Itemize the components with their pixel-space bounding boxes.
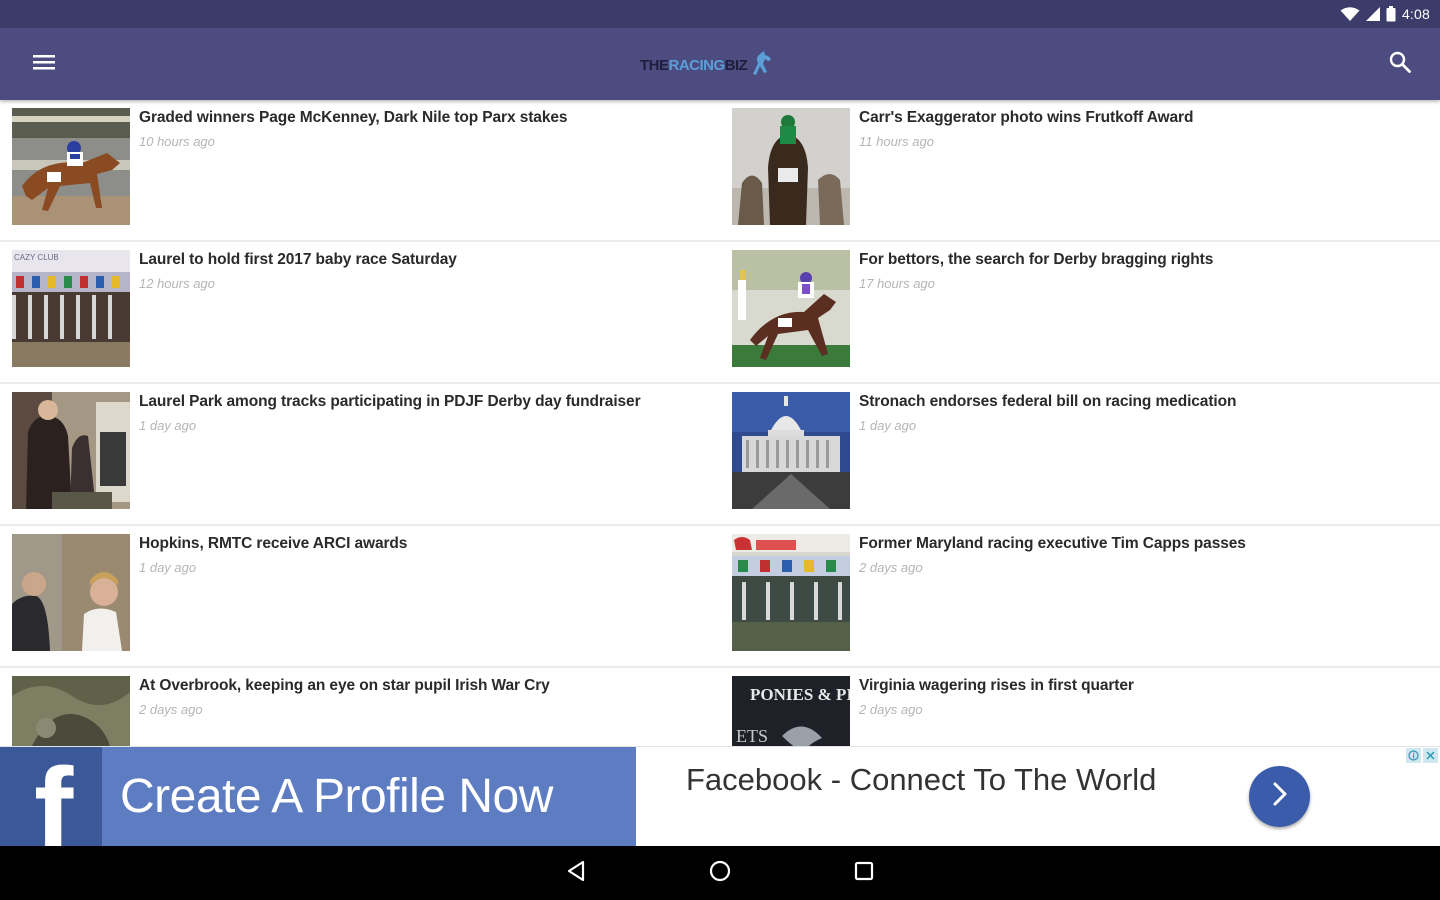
ad-banner[interactable]: f Create A Profile Now Facebook - Connec…: [0, 746, 1440, 847]
article-timestamp: 2 days ago: [859, 702, 923, 717]
thumbnail-caption: ETS: [736, 726, 768, 746]
back-triangle-icon: [565, 860, 587, 887]
article-title: Virginia wagering rises in first quarter: [859, 677, 1134, 694]
article-title: Former Maryland racing executive Tim Cap…: [859, 535, 1246, 552]
article-title: Laurel Park among tracks participating i…: [139, 393, 641, 410]
facebook-logo-icon: f: [0, 747, 102, 847]
article-card[interactable]: For bettors, the search for Derby braggi…: [720, 242, 1440, 384]
thumbnail-caption: PONIES & PI: [750, 685, 850, 704]
ad-description: Facebook - Connect To The World: [686, 762, 1157, 797]
article-title: Stronach endorses federal bill on racing…: [859, 393, 1237, 410]
chevron-right-icon: [1270, 781, 1290, 812]
home-circle-icon: [708, 859, 732, 888]
wifi-icon: [1340, 6, 1360, 22]
article-card[interactable]: Hopkins, RMTC receive ARCI awards 1 day …: [0, 526, 720, 668]
system-nav-bar: [0, 846, 1440, 900]
search-icon: [1389, 51, 1411, 78]
menu-button[interactable]: [22, 42, 66, 86]
article-card[interactable]: PONIES & PI ETS Virginia wagering rises …: [720, 668, 1440, 746]
status-time: 4:08: [1401, 6, 1430, 22]
article-card[interactable]: Former Maryland racing executive Tim Cap…: [720, 526, 1440, 668]
article-thumbnail: [732, 534, 850, 651]
ad-close-icon[interactable]: [1423, 748, 1438, 763]
status-bar: 4:08: [0, 0, 1440, 28]
article-title: For bettors, the search for Derby braggi…: [859, 251, 1214, 268]
article-grid: Graded winners Page McKenney, Dark Nile …: [0, 100, 1440, 746]
nav-recents-button[interactable]: [844, 853, 884, 893]
article-feed[interactable]: Graded winners Page McKenney, Dark Nile …: [0, 100, 1440, 746]
article-timestamp: 2 days ago: [859, 560, 923, 575]
article-timestamp: 17 hours ago: [859, 276, 935, 291]
article-title: Carr's Exaggerator photo wins Frutkoff A…: [859, 109, 1194, 126]
article-timestamp: 1 day ago: [859, 418, 917, 433]
hamburger-menu-icon: [33, 54, 55, 75]
logo-text-the: THE: [640, 56, 669, 74]
article-thumbnail: [12, 534, 130, 651]
article-thumbnail: [732, 250, 850, 367]
ad-choices: [1406, 748, 1438, 763]
article-timestamp: 1 day ago: [139, 560, 197, 575]
ad-headline: Create A Profile Now: [120, 770, 553, 823]
logo-text-biz: BIZ: [724, 56, 748, 74]
thumbnail-caption: CAZY CLUB: [14, 253, 59, 262]
article-card[interactable]: Stronach endorses federal bill on racing…: [720, 384, 1440, 526]
article-title: Graded winners Page McKenney, Dark Nile …: [139, 109, 568, 126]
article-thumbnail: CAZY CLUB: [12, 250, 130, 367]
article-thumbnail: [12, 108, 130, 225]
article-timestamp: 12 hours ago: [139, 276, 215, 291]
logo-text-racing: RACING: [668, 56, 726, 74]
cell-signal-icon: [1365, 7, 1380, 21]
article-timestamp: 2 days ago: [139, 702, 203, 717]
horse-logo-icon: [749, 50, 773, 80]
ad-image-panel: f Create A Profile Now: [0, 747, 636, 847]
article-thumbnail: [12, 676, 130, 746]
article-timestamp: 10 hours ago: [139, 134, 215, 149]
article-thumbnail: PONIES & PI ETS: [732, 676, 850, 746]
app-logo: THE RACING BIZ: [640, 48, 773, 82]
article-timestamp: 11 hours ago: [859, 134, 934, 149]
ad-open-button[interactable]: [1249, 766, 1310, 827]
nav-home-button[interactable]: [700, 853, 740, 893]
article-thumbnail: [732, 392, 850, 509]
article-title: Laurel to hold first 2017 baby race Satu…: [139, 251, 457, 268]
search-button[interactable]: [1378, 42, 1422, 86]
article-timestamp: 1 day ago: [139, 418, 197, 433]
facebook-logo-letter: f: [34, 747, 74, 847]
recents-square-icon: [853, 860, 875, 887]
article-card[interactable]: Laurel Park among tracks participating i…: [0, 384, 720, 526]
app-bar: THE RACING BIZ: [0, 28, 1440, 100]
nav-back-button[interactable]: [556, 853, 596, 893]
article-title: Hopkins, RMTC receive ARCI awards: [139, 535, 408, 552]
article-thumbnail: [12, 392, 130, 509]
article-card[interactable]: CAZY CLUB Laurel to hold first 2017 baby…: [0, 242, 720, 384]
article-card[interactable]: Carr's Exaggerator photo wins Frutkoff A…: [720, 100, 1440, 242]
article-card[interactable]: Graded winners Page McKenney, Dark Nile …: [0, 100, 720, 242]
status-icons: 4:08: [1340, 0, 1430, 28]
ad-info-icon[interactable]: [1406, 748, 1421, 763]
battery-icon: [1386, 6, 1396, 22]
article-thumbnail: [732, 108, 850, 225]
app-screen: 4:08 THE RACING BIZ Graded winners Page …: [0, 0, 1440, 900]
article-card[interactable]: At Overbrook, keeping an eye on star pup…: [0, 668, 720, 746]
article-title: At Overbrook, keeping an eye on star pup…: [139, 677, 550, 694]
